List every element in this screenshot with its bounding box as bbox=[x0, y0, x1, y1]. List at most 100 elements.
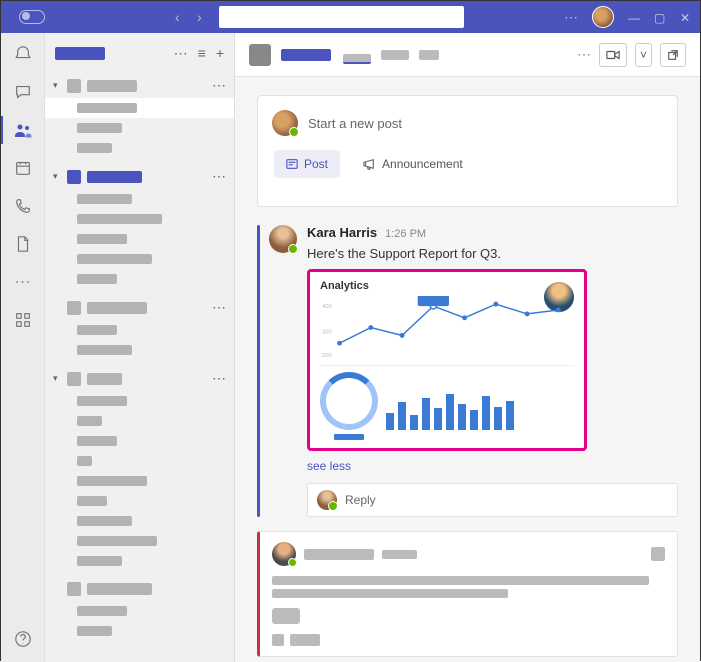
sidebar-title bbox=[55, 47, 105, 60]
channel-row[interactable] bbox=[45, 189, 234, 209]
window-minimize[interactable]: — bbox=[628, 11, 640, 23]
attachment-card[interactable]: Analytics 400 300 200 bbox=[307, 269, 587, 451]
post-icon bbox=[286, 158, 298, 170]
apps-icon[interactable] bbox=[12, 309, 34, 331]
unread-indicator bbox=[257, 225, 260, 517]
author-avatar[interactable] bbox=[269, 225, 297, 253]
files-icon[interactable] bbox=[12, 233, 34, 255]
chat-icon[interactable] bbox=[12, 81, 34, 103]
team-row[interactable]: ▾⋯ bbox=[45, 73, 234, 98]
author-avatar[interactable] bbox=[272, 542, 296, 566]
reply-avatar bbox=[317, 490, 337, 510]
post-action-icon[interactable] bbox=[651, 547, 665, 561]
post-author[interactable]: Kara Harris bbox=[307, 225, 377, 240]
compose-card: Start a new post Post Announcement bbox=[257, 95, 678, 207]
channel-row[interactable] bbox=[45, 209, 234, 229]
header-more[interactable]: ⋯ bbox=[577, 46, 591, 63]
channel-header: ⋯ ˅ bbox=[235, 33, 700, 77]
calendar-icon[interactable] bbox=[12, 157, 34, 179]
compose-placeholder[interactable]: Start a new post bbox=[308, 116, 402, 131]
team-row[interactable] bbox=[45, 577, 234, 601]
attachment-title: Analytics bbox=[320, 280, 574, 292]
user-avatar[interactable] bbox=[592, 6, 614, 28]
channel-name bbox=[281, 49, 331, 61]
posts-feed: Start a new post Post Announcement bbox=[235, 77, 700, 662]
activity-icon[interactable] bbox=[12, 43, 34, 65]
channel-row[interactable] bbox=[45, 269, 234, 289]
channel-row[interactable] bbox=[45, 320, 234, 340]
channel-row[interactable] bbox=[45, 138, 234, 158]
help-icon[interactable] bbox=[12, 628, 34, 650]
window-close[interactable]: ✕ bbox=[680, 11, 692, 23]
channel-row[interactable] bbox=[45, 531, 234, 551]
line-chart: 400 300 200 bbox=[320, 296, 574, 366]
window-maximize[interactable]: ▢ bbox=[654, 11, 666, 23]
compose-avatar bbox=[272, 110, 298, 136]
post-author bbox=[304, 549, 374, 560]
calls-icon[interactable] bbox=[12, 195, 34, 217]
team-more[interactable]: ⋯ bbox=[212, 77, 226, 94]
post-item bbox=[257, 531, 678, 657]
channel-row[interactable] bbox=[45, 411, 234, 431]
teams-icon[interactable] bbox=[12, 119, 34, 141]
post-text-line bbox=[272, 589, 508, 598]
team-row[interactable]: ▾⋯ bbox=[45, 164, 234, 189]
reply-input[interactable]: Reply bbox=[307, 483, 678, 517]
channel-row[interactable] bbox=[45, 431, 234, 451]
post-item: Kara Harris 1:26 PM Here's the Support R… bbox=[257, 225, 678, 517]
channel-row[interactable] bbox=[45, 471, 234, 491]
channel-row[interactable] bbox=[45, 229, 234, 249]
post-text: Here's the Support Report for Q3. bbox=[307, 246, 678, 261]
back-button[interactable]: ‹ bbox=[175, 10, 189, 24]
forward-button[interactable]: › bbox=[197, 10, 211, 24]
rail-more[interactable]: ⋯ bbox=[12, 271, 34, 293]
presence-toggle[interactable] bbox=[19, 10, 45, 24]
channel-content: ⋯ ˅ Start a new post Post bbox=[235, 33, 700, 662]
bar-chart bbox=[386, 372, 574, 430]
team-more[interactable]: ⋯ bbox=[212, 370, 226, 387]
channel-row[interactable] bbox=[45, 249, 234, 269]
channel-row[interactable] bbox=[45, 451, 234, 471]
team-row[interactable]: ▾⋯ bbox=[45, 366, 234, 391]
tab-item[interactable] bbox=[419, 50, 439, 60]
teams-sidebar: ⋯ ≡ + ▾⋯ ▾⋯ ⋯ ▾⋯ bbox=[45, 33, 235, 662]
channel-row[interactable] bbox=[45, 551, 234, 571]
channel-row[interactable] bbox=[45, 340, 234, 360]
megaphone-icon bbox=[362, 158, 376, 170]
team-row[interactable]: ⋯ bbox=[45, 295, 234, 320]
channel-row[interactable] bbox=[45, 601, 234, 621]
tab-posts[interactable] bbox=[343, 54, 371, 64]
meet-button[interactable] bbox=[599, 43, 627, 67]
popout-button[interactable] bbox=[660, 43, 686, 67]
team-more[interactable]: ⋯ bbox=[212, 299, 226, 316]
channel-row[interactable] bbox=[45, 98, 234, 118]
sidebar-header: ⋯ ≡ + bbox=[45, 33, 234, 73]
sidebar-add[interactable]: + bbox=[216, 45, 224, 62]
post-time bbox=[382, 550, 417, 559]
reply-placeholder: Reply bbox=[345, 493, 376, 507]
channel-row[interactable] bbox=[45, 621, 234, 641]
search-input[interactable] bbox=[219, 6, 464, 28]
settings-more[interactable]: ⋯ bbox=[564, 9, 578, 26]
channel-row[interactable] bbox=[45, 391, 234, 411]
post-text-line bbox=[272, 576, 649, 585]
channel-row[interactable] bbox=[45, 118, 234, 138]
title-bar: ‹ › ⋯ — ▢ ✕ bbox=[1, 1, 700, 33]
app-rail: ⋯ bbox=[1, 33, 45, 662]
reaction-icon[interactable] bbox=[272, 634, 284, 646]
sidebar-more[interactable]: ⋯ bbox=[174, 45, 188, 62]
announcement-button[interactable]: Announcement bbox=[350, 150, 475, 178]
channel-row[interactable] bbox=[45, 491, 234, 511]
tab-item[interactable] bbox=[381, 50, 409, 60]
sidebar-filter-icon[interactable]: ≡ bbox=[198, 45, 206, 62]
post-tag bbox=[272, 608, 300, 624]
post-time: 1:26 PM bbox=[385, 228, 426, 240]
post-type-button[interactable]: Post bbox=[274, 150, 340, 178]
meet-dropdown[interactable]: ˅ bbox=[635, 43, 652, 67]
channel-row[interactable] bbox=[45, 511, 234, 531]
svg-text:200: 200 bbox=[322, 353, 333, 359]
team-avatar-icon bbox=[249, 44, 271, 66]
team-more[interactable]: ⋯ bbox=[212, 168, 226, 185]
post-label: Post bbox=[304, 157, 328, 171]
see-less-link[interactable]: see less bbox=[307, 459, 678, 473]
